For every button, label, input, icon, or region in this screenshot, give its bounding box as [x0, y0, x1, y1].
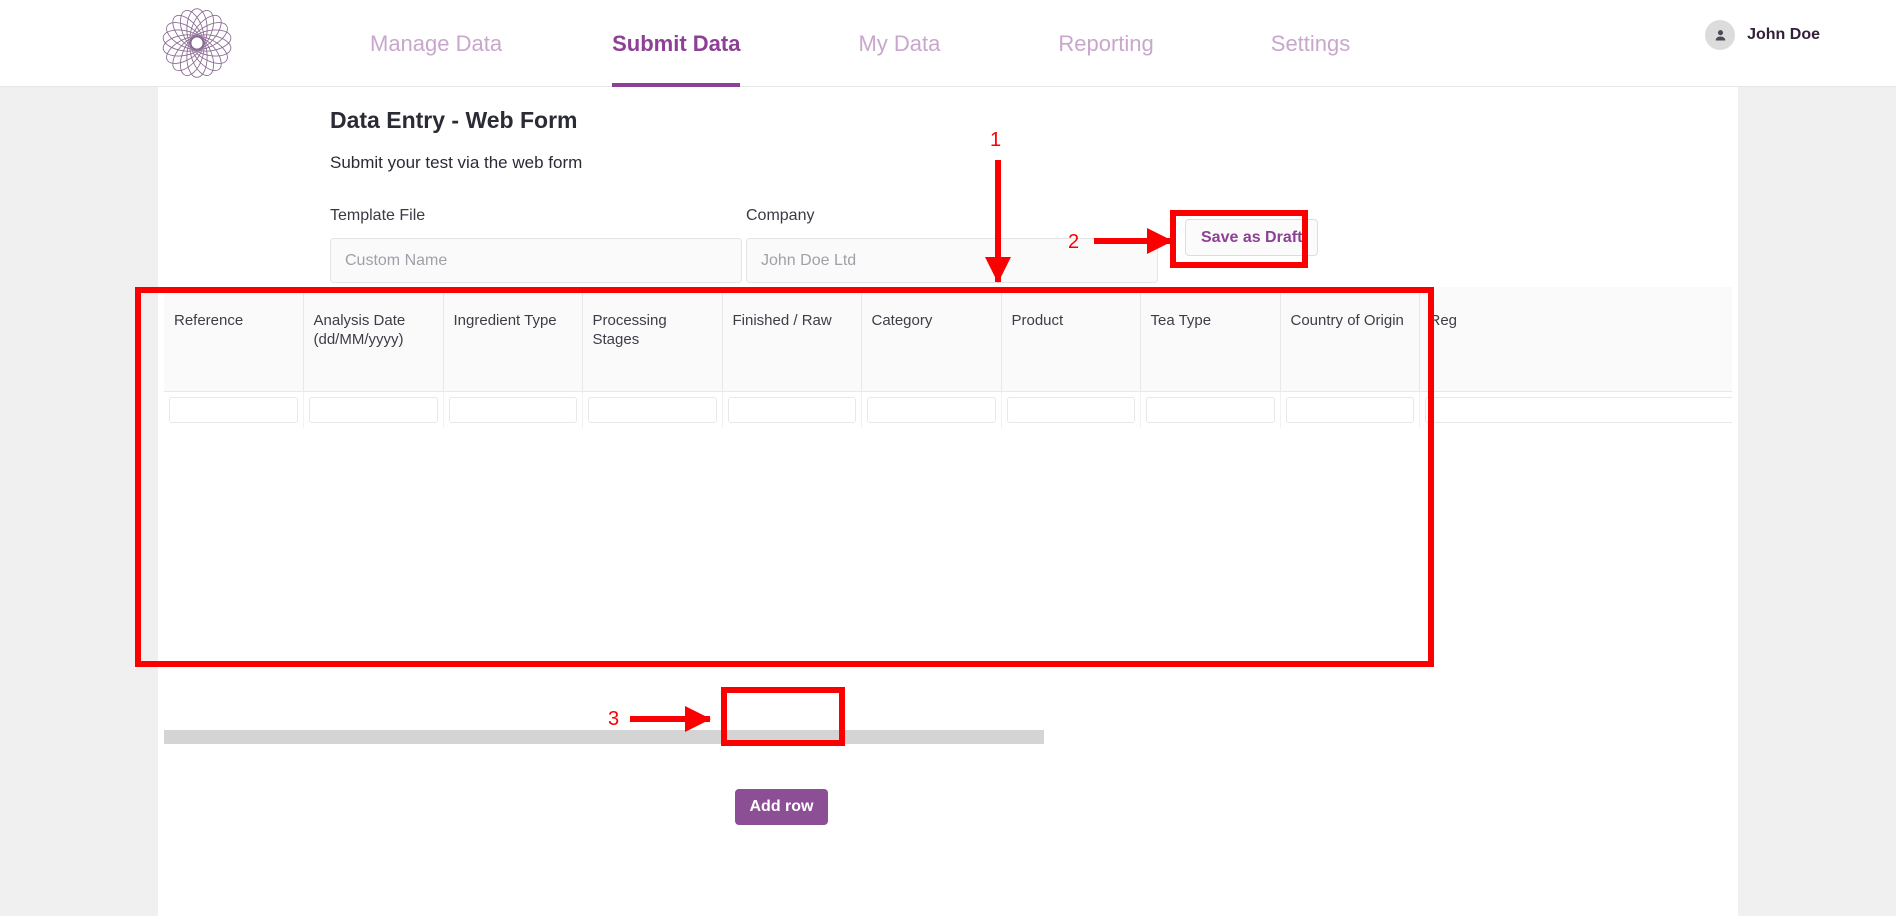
table-cell [443, 391, 583, 428]
table-cell [164, 391, 304, 428]
table-cell [1140, 391, 1281, 428]
cell-input-product[interactable] [1006, 396, 1135, 423]
column-header-region[interactable]: Reg [1419, 287, 1732, 392]
nav-item-submit-data[interactable]: Submit Data [612, 0, 741, 87]
table-cell [722, 391, 862, 428]
cell-input-country-of-origin[interactable] [1285, 396, 1414, 423]
nav-label: Settings [1270, 30, 1351, 56]
column-header-category[interactable]: Category [861, 287, 1002, 392]
company-label: Company [746, 207, 815, 224]
nav-item-manage-data[interactable]: Manage Data [370, 0, 502, 87]
table-cell [1419, 391, 1732, 428]
cell-input-region[interactable] [1424, 396, 1732, 423]
flower-mandala-logo[interactable] [158, 4, 236, 82]
nav-item-reporting[interactable]: Reporting [1058, 0, 1153, 87]
cell-input-reference[interactable] [169, 396, 298, 423]
template-file-field-group: Template File [330, 207, 742, 283]
column-header-product[interactable]: Product [1001, 287, 1141, 392]
page-subtitle: Submit your test via the web form [330, 153, 583, 172]
column-header-country-of-origin[interactable]: Country of Origin [1280, 287, 1420, 392]
app-header: Manage Data Submit Data My Data Reportin… [0, 0, 1896, 87]
nav-item-my-data[interactable]: My Data [858, 0, 940, 87]
cell-input-processing-stages[interactable] [587, 396, 717, 423]
user-name-label: John Doe [1747, 26, 1820, 43]
data-table-container: Reference Analysis Date (dd/MM/yyyy) Ing… [164, 287, 1732, 744]
cell-input-ingredient-type[interactable] [448, 396, 577, 423]
table-row [164, 391, 1732, 428]
nav-label: Submit Data [612, 30, 741, 56]
cell-input-tea-type[interactable] [1145, 396, 1275, 423]
column-header-finished-raw[interactable]: Finished / Raw [722, 287, 862, 392]
scrollbar-thumb[interactable] [164, 730, 1044, 744]
table-cell [303, 391, 444, 428]
cell-input-category[interactable] [866, 396, 996, 423]
company-field-group: Company [746, 207, 1158, 283]
column-header-analysis-date[interactable]: Analysis Date (dd/MM/yyyy) [303, 287, 444, 392]
add-row-button[interactable]: Add row [735, 789, 828, 825]
main-navigation: Manage Data Submit Data My Data Reportin… [370, 0, 1350, 87]
data-entry-table: Reference Analysis Date (dd/MM/yyyy) Ing… [164, 287, 1732, 428]
save-as-draft-button[interactable]: Save as Draft [1185, 219, 1319, 256]
nav-label: Reporting [1058, 30, 1154, 56]
template-file-label: Template File [330, 207, 426, 224]
cell-input-finished-raw[interactable] [727, 396, 856, 423]
table-horizontal-scrollbar[interactable] [164, 730, 1732, 744]
person-icon [1705, 20, 1736, 50]
table-cell [1280, 391, 1420, 428]
column-header-processing-stages[interactable]: Processing Stages [582, 287, 723, 392]
company-input[interactable] [746, 238, 1158, 283]
table-cell [1001, 391, 1141, 428]
cell-input-analysis-date[interactable] [308, 396, 438, 423]
main-content-card: Data Entry - Web Form Submit your test v… [158, 87, 1738, 916]
table-header-row: Reference Analysis Date (dd/MM/yyyy) Ing… [164, 287, 1732, 392]
user-menu[interactable]: John Doe [1705, 20, 1820, 50]
nav-item-settings[interactable]: Settings [1271, 0, 1351, 87]
data-table-scroller[interactable]: Reference Analysis Date (dd/MM/yyyy) Ing… [164, 287, 1732, 744]
page-title: Data Entry - Web Form [330, 107, 578, 133]
column-header-reference[interactable]: Reference [164, 287, 304, 392]
nav-label: Manage Data [370, 30, 503, 56]
table-cell [582, 391, 723, 428]
table-cell [861, 391, 1002, 428]
column-header-tea-type[interactable]: Tea Type [1140, 287, 1281, 392]
column-header-ingredient-type[interactable]: Ingredient Type [443, 287, 583, 392]
nav-label: My Data [858, 30, 941, 56]
template-file-input[interactable] [330, 238, 742, 283]
